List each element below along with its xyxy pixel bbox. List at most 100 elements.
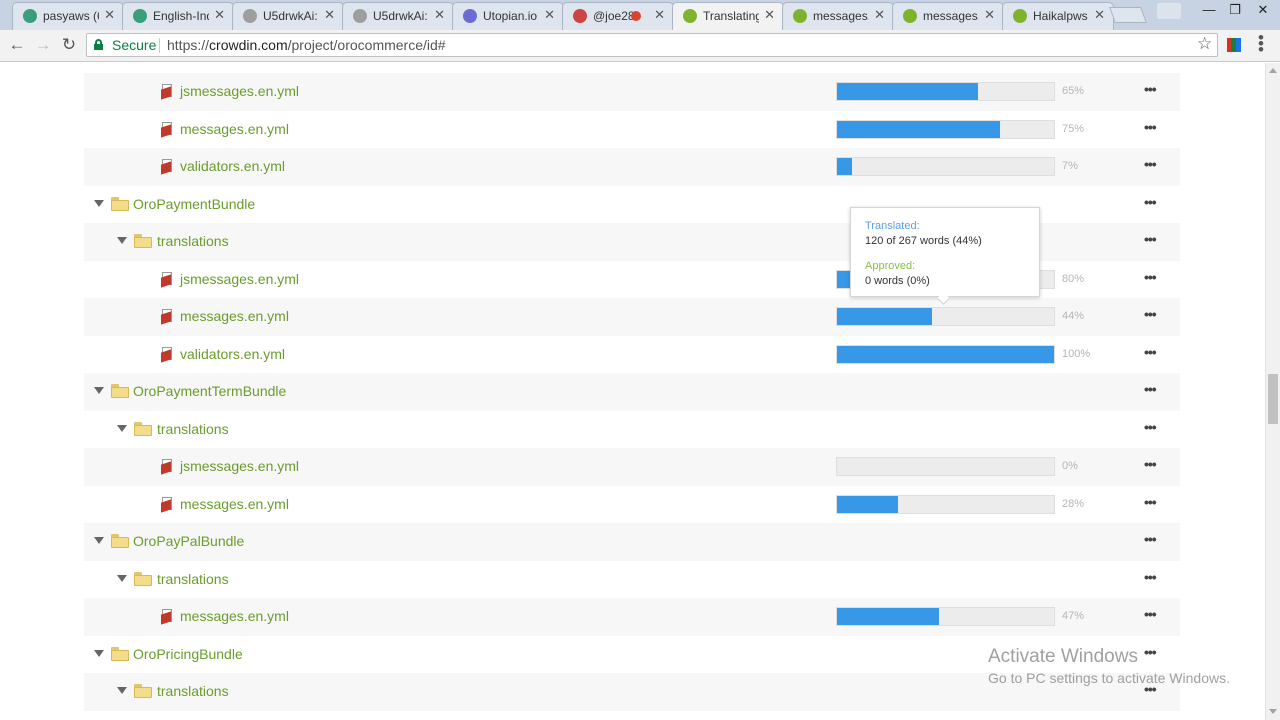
- file-name[interactable]: jsmessages.en.yml: [180, 458, 299, 474]
- expand-arrow-icon[interactable]: [94, 649, 104, 657]
- tree-file-row[interactable]: jsmessages.en.yml 65% •••: [84, 73, 1180, 111]
- browser-tab[interactable]: Utopian.io ✕: [452, 2, 564, 30]
- tab-close-icon[interactable]: ✕: [544, 7, 555, 23]
- more-options-icon[interactable]: •••: [1144, 381, 1157, 397]
- file-name[interactable]: messages.en.yml: [180, 608, 289, 624]
- tree-file-row[interactable]: messages.en.yml 47% •••: [84, 598, 1180, 636]
- folder-name[interactable]: translations: [157, 571, 229, 587]
- browser-tab[interactable]: messages. ✕: [782, 2, 894, 30]
- tab-close-icon[interactable]: ✕: [104, 7, 115, 23]
- more-options-icon[interactable]: •••: [1144, 306, 1157, 322]
- extension-icon[interactable]: [1227, 38, 1241, 52]
- folder-name[interactable]: OroPayPalBundle: [133, 533, 244, 549]
- tree-file-row[interactable]: messages.en.yml 28% •••: [84, 486, 1180, 524]
- file-name[interactable]: jsmessages.en.yml: [180, 271, 299, 287]
- restore-icon[interactable]: ❐: [1222, 2, 1248, 18]
- tab-close-icon[interactable]: ✕: [654, 7, 665, 23]
- folder-name[interactable]: OroPricingBundle: [133, 646, 243, 662]
- browser-tab[interactable]: @joe28 ✕: [562, 2, 674, 30]
- more-options-icon[interactable]: •••: [1144, 456, 1157, 472]
- close-window-icon[interactable]: ✕: [1250, 2, 1276, 18]
- browser-tab[interactable]: U5drwkAi: ✕: [232, 2, 344, 30]
- translation-progress-bar[interactable]: [836, 307, 1055, 326]
- more-options-icon[interactable]: •••: [1144, 606, 1157, 622]
- file-name[interactable]: validators.en.yml: [180, 158, 285, 174]
- translation-progress-bar[interactable]: [836, 607, 1055, 626]
- translation-progress-bar[interactable]: [836, 157, 1055, 176]
- more-options-icon[interactable]: •••: [1144, 569, 1157, 585]
- tab-close-icon[interactable]: ✕: [214, 7, 225, 23]
- page-scrollbar[interactable]: [1265, 63, 1280, 720]
- tree-file-row[interactable]: validators.en.yml 7% •••: [84, 148, 1180, 186]
- browser-tab[interactable]: Translating ✕: [672, 2, 784, 31]
- translation-progress-bar[interactable]: [836, 457, 1055, 476]
- file-name[interactable]: jsmessages.en.yml: [180, 83, 299, 99]
- bookmark-star-icon[interactable]: ☆: [1197, 34, 1212, 54]
- minimize-icon[interactable]: —: [1196, 2, 1222, 17]
- file-name[interactable]: messages.en.yml: [180, 121, 289, 137]
- file-name[interactable]: messages.en.yml: [180, 496, 289, 512]
- tree-folder-row[interactable]: translations •••: [84, 411, 1180, 449]
- tree-file-row[interactable]: messages.en.yml 75% •••: [84, 111, 1180, 149]
- more-options-icon[interactable]: •••: [1144, 531, 1157, 547]
- reload-icon[interactable]: ↻: [58, 35, 80, 55]
- translation-progress-bar[interactable]: [836, 119, 1055, 139]
- translation-progress-bar[interactable]: [836, 82, 1055, 101]
- more-options-icon[interactable]: •••: [1144, 644, 1157, 660]
- address-bar[interactable]: Secure https://crowdin.com/project/oroco…: [86, 33, 1218, 57]
- folder-name[interactable]: translations: [157, 421, 229, 437]
- scroll-down-icon[interactable]: [1269, 709, 1277, 714]
- browser-tab[interactable]: pasyaws (6) ✕: [12, 2, 124, 30]
- tab-close-icon[interactable]: ✕: [434, 7, 445, 23]
- expand-arrow-icon[interactable]: [117, 574, 127, 582]
- expand-arrow-icon[interactable]: [94, 387, 104, 394]
- scroll-up-icon[interactable]: [1269, 68, 1277, 73]
- tree-folder-row[interactable]: OroPayPalBundle •••: [84, 523, 1180, 561]
- forward-icon[interactable]: →: [32, 35, 54, 55]
- more-options-icon[interactable]: •••: [1144, 194, 1157, 210]
- expand-arrow-icon[interactable]: [117, 687, 127, 694]
- more-options-icon[interactable]: •••: [1144, 419, 1157, 435]
- tree-folder-row[interactable]: OroPaymentTermBundle •••: [84, 373, 1180, 411]
- tree-folder-row[interactable]: translations •••: [84, 561, 1180, 599]
- more-options-icon[interactable]: •••: [1144, 156, 1157, 172]
- translation-progress-bar[interactable]: [836, 494, 1055, 514]
- browser-tab[interactable]: messages. ✕: [892, 2, 1004, 30]
- expand-arrow-icon[interactable]: [94, 537, 104, 544]
- browser-tab[interactable]: U5drwkAi: ✕: [342, 2, 454, 30]
- file-name[interactable]: validators.en.yml: [180, 346, 285, 362]
- file-name[interactable]: messages.en.yml: [180, 308, 289, 324]
- expand-arrow-icon[interactable]: [117, 424, 127, 432]
- chrome-menu-icon[interactable]: • • •: [1256, 29, 1266, 58]
- more-options-icon[interactable]: •••: [1144, 269, 1157, 285]
- translation-progress-bar[interactable]: [836, 344, 1055, 364]
- more-options-icon[interactable]: •••: [1144, 494, 1157, 510]
- tab-close-icon[interactable]: ✕: [324, 7, 335, 23]
- tree-file-row[interactable]: validators.en.yml 100% •••: [84, 336, 1180, 374]
- more-options-icon[interactable]: •••: [1144, 81, 1157, 97]
- more-options-icon[interactable]: •••: [1144, 119, 1157, 135]
- expand-arrow-icon[interactable]: [117, 237, 127, 244]
- more-options-icon[interactable]: •••: [1144, 344, 1157, 360]
- back-icon[interactable]: ←: [6, 35, 28, 55]
- folder-name[interactable]: OroPaymentTermBundle: [133, 383, 286, 399]
- browser-tab[interactable]: English-Ind ✕: [122, 2, 234, 30]
- new-tab-button[interactable]: [1109, 7, 1147, 23]
- profile-button[interactable]: [1157, 3, 1181, 19]
- tab-close-icon[interactable]: ✕: [984, 7, 995, 23]
- folder-icon: [134, 421, 152, 436]
- tab-close-icon[interactable]: ✕: [764, 7, 775, 23]
- browser-tab[interactable]: Haikalpws ✕: [1002, 2, 1114, 30]
- folder-name[interactable]: translations: [157, 683, 229, 699]
- folder-name[interactable]: translations: [157, 233, 229, 249]
- folder-name[interactable]: OroPaymentBundle: [133, 196, 255, 212]
- tab-close-icon[interactable]: ✕: [1094, 7, 1105, 23]
- tree-file-row[interactable]: jsmessages.en.yml 0% •••: [84, 448, 1180, 486]
- folder-icon: [111, 384, 129, 398]
- tab-close-icon[interactable]: ✕: [874, 7, 885, 23]
- more-options-icon[interactable]: •••: [1144, 231, 1157, 247]
- url-text[interactable]: https://crowdin.com/project/orocommerce/…: [167, 37, 446, 53]
- expand-arrow-icon[interactable]: [94, 199, 104, 207]
- scrollbar-thumb[interactable]: [1268, 374, 1278, 424]
- tree-file-row[interactable]: messages.en.yml 44% •••: [84, 298, 1180, 336]
